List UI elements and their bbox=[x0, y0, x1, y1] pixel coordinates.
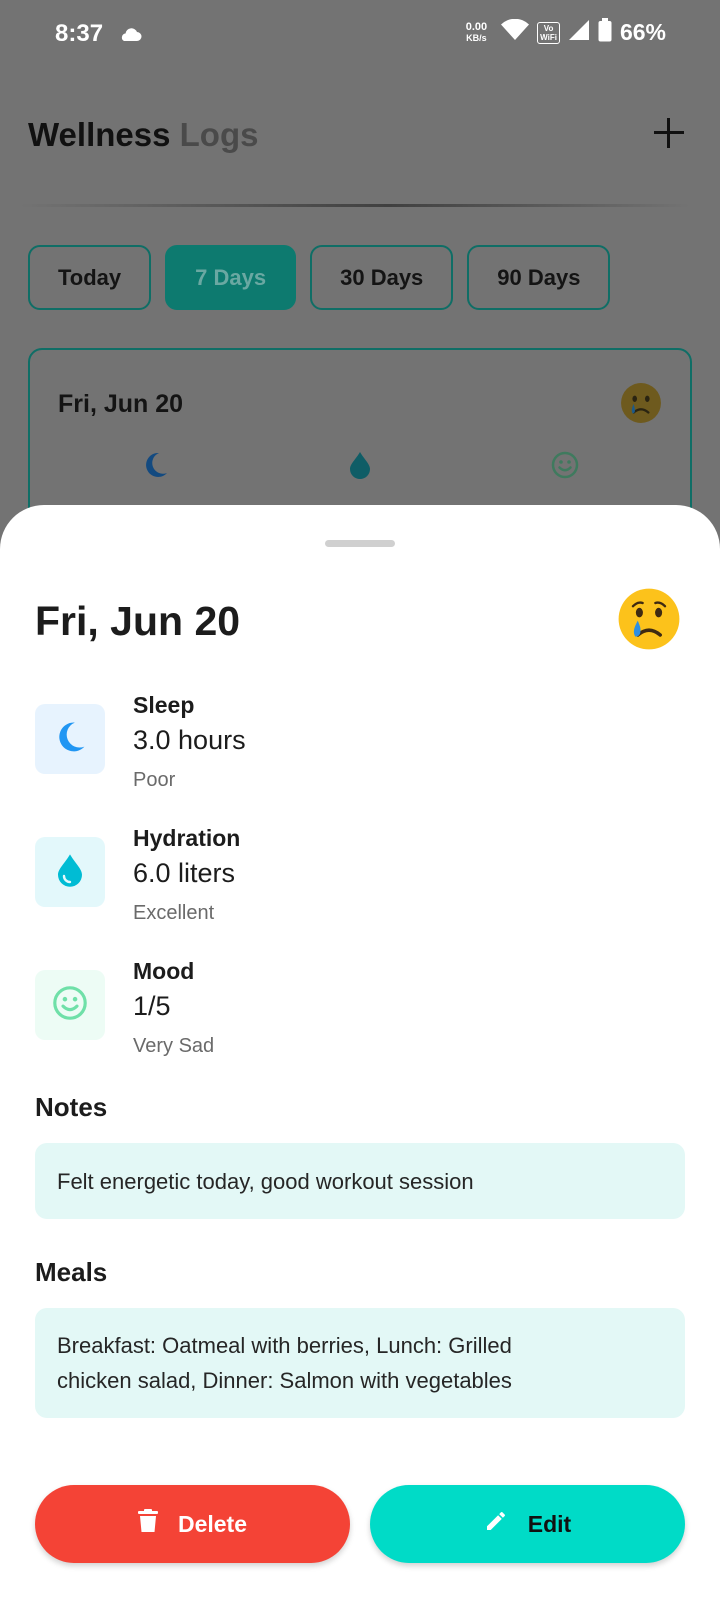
edit-label: Edit bbox=[527, 1510, 572, 1537]
cloud-icon bbox=[118, 26, 142, 47]
mood-icon-tile bbox=[35, 970, 105, 1040]
water-drop-icon bbox=[54, 852, 86, 893]
smile-icon bbox=[550, 450, 580, 485]
vowifi-top: Vo bbox=[543, 23, 554, 33]
add-log-button[interactable] bbox=[654, 118, 684, 148]
status-bar: 8:37 0.00 KB/s Vo WiFi 66% bbox=[0, 0, 720, 72]
pencil-icon bbox=[484, 1509, 508, 1539]
mood-label: Mood bbox=[133, 958, 195, 984]
sleep-rating: Poor bbox=[133, 769, 176, 791]
sheet-drag-handle[interactable] bbox=[325, 540, 395, 547]
battery-percent: 66% bbox=[619, 19, 666, 45]
meals-title: Meals bbox=[35, 1257, 108, 1287]
notes-text: Felt energetic today, good workout sessi… bbox=[57, 1168, 474, 1194]
net-speed-unit: KB/s bbox=[466, 32, 487, 43]
filter-90-days[interactable]: 90 Days bbox=[467, 245, 611, 310]
mood-value: 1/5 bbox=[133, 991, 171, 1021]
crying-face-icon bbox=[620, 382, 662, 429]
meals-text-line-1: Breakfast: Oatmeal with berries, Lunch: … bbox=[57, 1333, 512, 1358]
mood-rating: Very Sad bbox=[133, 1035, 215, 1057]
vowifi-badge: Vo WiFi bbox=[537, 21, 560, 44]
log-card-date: Fri, Jun 20 bbox=[58, 390, 184, 418]
page-title-muted: Logs bbox=[179, 116, 259, 153]
notes-title: Notes bbox=[35, 1092, 108, 1122]
hydration-rating: Excellent bbox=[133, 902, 215, 924]
header-divider bbox=[20, 204, 690, 207]
status-icons: 0.00 KB/s Vo WiFi 66% bbox=[466, 18, 666, 47]
page-title: Wellness Logs bbox=[28, 116, 258, 154]
filter-today[interactable]: Today bbox=[28, 245, 152, 310]
filter-30-days[interactable]: 30 Days bbox=[310, 245, 454, 310]
sleep-metric: Sleep 3.0 hours Poor bbox=[35, 692, 655, 802]
net-speed: 0.00 KB/s bbox=[465, 20, 488, 44]
delete-label: Delete bbox=[177, 1510, 248, 1537]
hydration-metric: Hydration 6.0 liters Excellent bbox=[35, 825, 655, 935]
moon-icon bbox=[52, 719, 88, 760]
net-speed-value: 0.00 bbox=[465, 20, 488, 33]
battery-icon bbox=[598, 18, 612, 47]
vowifi-bottom: WiFi bbox=[540, 32, 557, 42]
log-card-icons bbox=[140, 450, 580, 485]
sleep-icon-tile bbox=[35, 704, 105, 774]
status-time: 8:37 bbox=[55, 20, 104, 47]
hydration-label: Hydration bbox=[133, 825, 241, 851]
crying-face-icon bbox=[617, 587, 681, 656]
water-drop-icon bbox=[347, 450, 373, 485]
smile-icon bbox=[51, 984, 89, 1027]
meals-text-line-2: chicken salad, Dinner: Salmon with veget… bbox=[57, 1368, 512, 1393]
date-range-filters: Today 7 Days 30 Days 90 Days bbox=[28, 245, 611, 310]
sheet-date: Fri, Jun 20 bbox=[35, 598, 241, 644]
sleep-value: 3.0 hours bbox=[133, 725, 246, 755]
wifi-icon bbox=[501, 18, 530, 46]
sleep-label: Sleep bbox=[133, 692, 195, 718]
filter-7-days[interactable]: 7 Days bbox=[165, 245, 297, 310]
moon-icon bbox=[140, 450, 170, 485]
trash-icon bbox=[137, 1509, 158, 1539]
hydration-icon-tile bbox=[35, 837, 105, 907]
meals-box: Breakfast: Oatmeal with berries, Lunch: … bbox=[35, 1308, 685, 1418]
page-title-main: Wellness bbox=[28, 116, 171, 153]
signal-icon bbox=[568, 19, 590, 46]
delete-button[interactable]: Delete bbox=[35, 1485, 350, 1563]
edit-button[interactable]: Edit bbox=[370, 1485, 685, 1563]
mood-metric: Mood 1/5 Very Sad bbox=[35, 958, 655, 1068]
log-detail-sheet: Fri, Jun 20 Sleep 3.0 hours Poor Hydrati… bbox=[0, 505, 720, 1600]
notes-box: Felt energetic today, good workout sessi… bbox=[35, 1143, 685, 1219]
hydration-value: 6.0 liters bbox=[133, 858, 236, 888]
